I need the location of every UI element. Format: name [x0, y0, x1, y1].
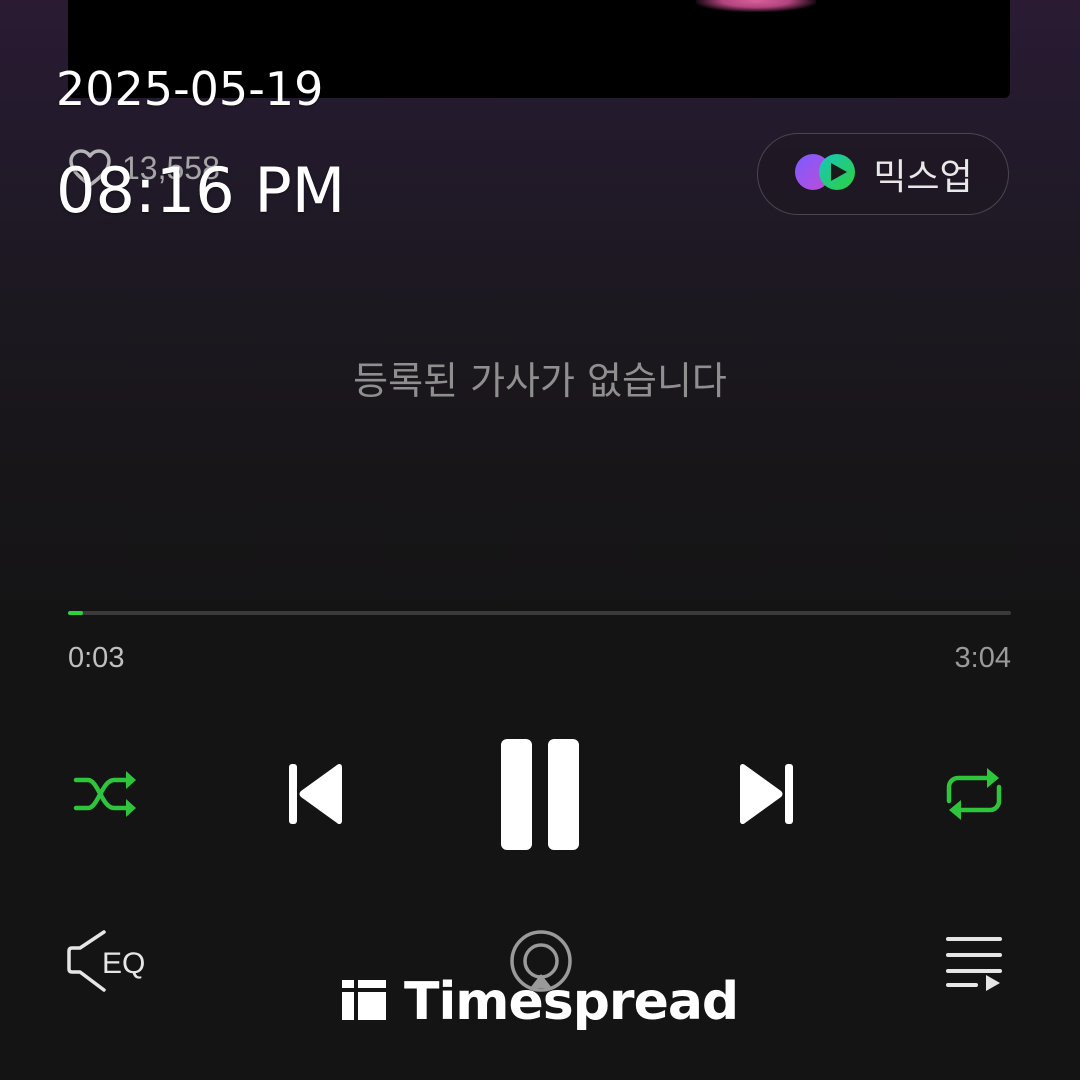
timespread-logo-icon	[340, 978, 388, 1026]
total-duration: 3:04	[954, 642, 1011, 674]
svg-text:EQ: EQ	[102, 947, 145, 980]
previous-button[interactable]	[280, 758, 350, 830]
repeat-button[interactable]	[936, 760, 1012, 828]
next-button[interactable]	[732, 758, 802, 830]
album-art-detail	[696, 0, 816, 12]
progress-bar[interactable]	[68, 611, 1011, 615]
progress-fill	[68, 611, 84, 615]
skip-previous-icon	[284, 760, 346, 828]
shuffle-button[interactable]	[66, 762, 146, 826]
watermark-text: Timespread	[404, 972, 739, 1032]
eq-button[interactable]: EQ	[64, 928, 150, 994]
pause-icon	[495, 736, 585, 852]
repeat-icon	[941, 763, 1007, 825]
mixup-label: 믹스업	[873, 157, 973, 198]
mixup-logo-icon	[793, 152, 859, 196]
lyrics-empty-message[interactable]: 등록된 가사가 없습니다	[0, 350, 1080, 405]
elapsed-time: 0:03	[68, 642, 125, 674]
player-screen: 13,558 믹스업 등록된 가사가 없습니다 0:03 3:04 EQ 202…	[0, 0, 1080, 1080]
mixup-button[interactable]: 믹스업	[757, 133, 1009, 215]
shuffle-icon	[72, 767, 140, 821]
skip-next-icon	[736, 760, 798, 828]
overlay-date: 2025-05-19	[56, 62, 324, 116]
playlist-button[interactable]	[940, 930, 1008, 992]
pause-button[interactable]	[490, 733, 590, 855]
eq-icon: EQ	[64, 928, 150, 994]
watermark: Timespread	[340, 972, 739, 1032]
playlist-icon	[942, 931, 1006, 991]
overlay-time: 08:16 PM	[56, 154, 346, 227]
